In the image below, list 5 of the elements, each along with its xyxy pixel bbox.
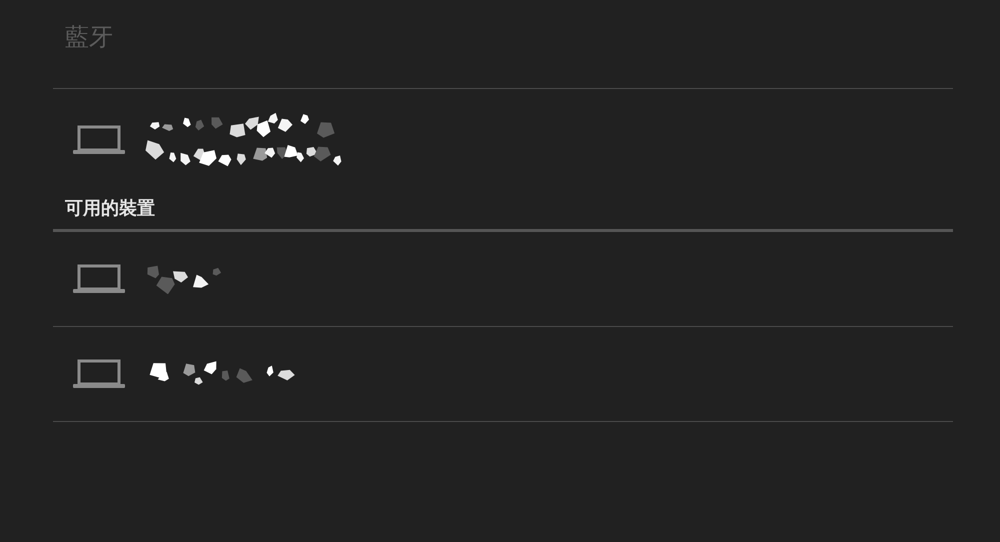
laptop-icon bbox=[73, 125, 125, 155]
laptop-icon bbox=[73, 264, 125, 294]
section-heading: 可用的裝置 bbox=[64, 197, 156, 221]
section-title: 藍牙 bbox=[64, 22, 114, 53]
laptop-icon bbox=[73, 359, 125, 389]
